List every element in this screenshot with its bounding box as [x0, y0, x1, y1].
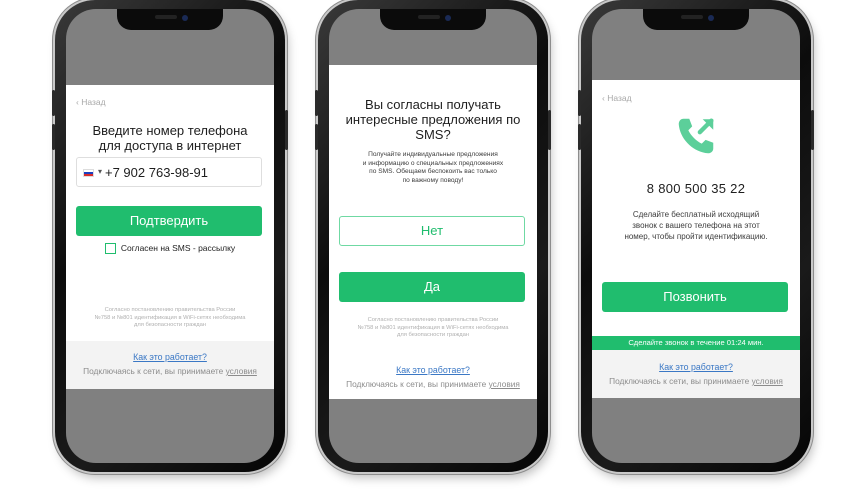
how-it-works-link[interactable]: Как это работает?	[592, 362, 800, 372]
legal-line: Согласно постановлению правительства Рос…	[367, 317, 499, 323]
desc-line: звонок с вашего телефона на этот	[632, 221, 760, 230]
call-number: 8 800 500 35 22	[646, 181, 746, 196]
terms-link[interactable]: условия	[226, 366, 257, 376]
notch	[117, 9, 223, 30]
connection-text: Подключаясь к сети, вы принимаете	[609, 376, 750, 386]
sms-consent-checkbox[interactable]	[104, 243, 116, 255]
notch	[643, 9, 749, 30]
desc-line: Получайте индивидуальные предложения	[368, 151, 498, 158]
page-title: Вы согласны получать интересные предложе…	[329, 97, 537, 142]
phone-outgoing-icon	[678, 118, 714, 154]
legal-notice: Согласно постановлению правительства Рос…	[66, 307, 274, 330]
desc-line: по SMS. Обещаем беспокоить вас только	[369, 168, 497, 175]
chevron-left-icon: ‹	[602, 93, 605, 103]
screen-phone-entry: ‹ Назад Введите номер телефона для досту…	[66, 9, 274, 463]
title-line: интересные предложения по	[345, 112, 521, 127]
legal-notice: Согласно постановлению правительства Рос…	[329, 317, 537, 340]
terms-link[interactable]: условия	[489, 379, 520, 389]
call-description: Сделайте бесплатный исходящий звонок с в…	[592, 209, 800, 242]
title-line: Вы согласны получать	[365, 97, 501, 112]
connection-text: Подключаясь к сети, вы принимаете	[346, 379, 487, 389]
page-title: Введите номер телефона для доступа в инт…	[66, 123, 274, 153]
title-line: для доступа в интернет	[98, 138, 242, 153]
confirm-button[interactable]: Подтвердить	[76, 206, 262, 236]
legal-line: для безопасности граждан	[133, 322, 207, 328]
back-label: Назад	[607, 93, 632, 103]
sms-consent-card: Вы согласны получать интересные предложе…	[329, 65, 537, 399]
russia-flag-icon[interactable]	[83, 169, 94, 177]
phone-frame-1: ‹ Назад Введите номер телефона для досту…	[52, 0, 288, 472]
footer: Как это работает? Подключаясь к сети, вы…	[592, 350, 800, 398]
screen-sms-consent: Вы согласны получать интересные предложе…	[329, 9, 537, 463]
title-line: SMS?	[415, 127, 451, 142]
legal-line: №758 и №801 идентификация в WiFi-сетях н…	[94, 314, 246, 321]
chevron-left-icon: ‹	[76, 97, 79, 107]
notch	[380, 9, 486, 30]
back-label: Назад	[81, 97, 106, 107]
footer: Как это работает? Подключаясь к сети, вы…	[66, 341, 274, 389]
footer: Как это работает? Подключаясь к сети, вы…	[329, 355, 537, 399]
connection-notice: Подключаясь к сети, вы принимаете услови…	[329, 379, 537, 389]
phone-frame-2: Вы согласны получать интересные предложе…	[315, 0, 551, 472]
phone-input[interactable]: ▾ +7 902 763-98-91	[76, 157, 262, 187]
phone-entry-card: ‹ Назад Введите номер телефона для досту…	[66, 85, 274, 341]
desc-line: и информацию о специальных предложениях	[362, 159, 504, 167]
sms-consent-label: Согласен на SMS - рассылку	[120, 243, 236, 253]
connection-text: Подключаясь к сети, вы принимаете	[83, 366, 224, 376]
how-it-works-link[interactable]: Как это работает?	[329, 365, 537, 375]
yes-button[interactable]: Да	[339, 272, 525, 302]
how-it-works-link[interactable]: Как это работает?	[66, 352, 274, 362]
call-button[interactable]: Позвонить	[602, 282, 788, 312]
desc-line: по важному поводу!	[402, 176, 464, 184]
phone-frame-3: ‹ Назад 8 800 500 35 22 Сделайте бесплат…	[578, 0, 814, 472]
consent-description: Получайте индивидуальные предложения и и…	[329, 151, 537, 185]
no-button[interactable]: Нет	[339, 216, 525, 246]
title-line: Введите номер телефона	[92, 123, 248, 138]
chevron-down-icon[interactable]: ▾	[98, 167, 102, 176]
desc-line: номер, чтобы пройти идентификацию.	[624, 232, 768, 241]
phone-value: +7 902 763-98-91	[105, 165, 209, 180]
legal-line: для безопасности граждан	[396, 332, 470, 338]
back-link[interactable]: ‹ Назад	[76, 97, 106, 107]
call-timer-bar: Сделайте звонок в течение 01:24 мин.	[592, 336, 800, 350]
sms-consent-row[interactable]: Согласен на SMS - рассылку	[66, 243, 274, 255]
terms-link[interactable]: условия	[752, 376, 783, 386]
screen-call-verification: ‹ Назад 8 800 500 35 22 Сделайте бесплат…	[592, 9, 800, 463]
connection-notice: Подключаясь к сети, вы принимаете услови…	[592, 376, 800, 386]
back-link[interactable]: ‹ Назад	[602, 93, 632, 103]
connection-notice: Подключаясь к сети, вы принимаете услови…	[66, 366, 274, 376]
legal-line: №758 и №801 идентификация в WiFi-сетях н…	[357, 324, 509, 331]
call-verification-card: ‹ Назад 8 800 500 35 22 Сделайте бесплат…	[592, 80, 800, 398]
desc-line: Сделайте бесплатный исходящий	[632, 210, 760, 219]
legal-line: Согласно постановлению правительства Рос…	[104, 307, 236, 313]
